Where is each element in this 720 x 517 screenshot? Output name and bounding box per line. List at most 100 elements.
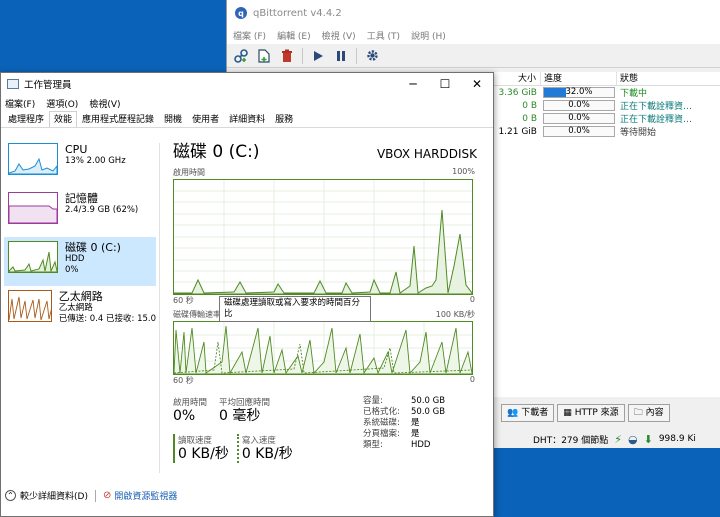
cpu-usage: 13% 2.00 GHz	[65, 156, 126, 166]
tm-window-title: 工作管理員	[24, 80, 72, 91]
tm-menubar: 檔案(F) 選項(O) 檢視(V)	[1, 95, 493, 111]
tab-startup[interactable]: 開機	[159, 111, 187, 127]
torrent-list-header: 大小 進度 狀態	[493, 72, 720, 86]
transfer-graph-max: 100 KB/秒	[435, 310, 475, 319]
peers-icon: 👥	[507, 407, 519, 418]
active-time-graph-max: 100%	[452, 167, 475, 176]
connection-status-icon[interactable]: ⚡	[614, 433, 622, 446]
tm-titlebar[interactable]: 工作管理員 ─ ☐ ✕	[1, 73, 493, 95]
spec-row: 容量: 50.0 GB	[363, 396, 445, 407]
resume-play-icon[interactable]	[310, 48, 326, 64]
toolbar-separator	[356, 47, 357, 64]
response-time-label: 平均回應時間	[219, 398, 271, 408]
qbt-menu-tools[interactable]: 工具 (T)	[367, 29, 400, 42]
open-resource-monitor-link[interactable]: 開啟資源監視器	[114, 489, 177, 502]
delete-torrent-icon[interactable]	[279, 48, 295, 64]
qbt-toolbar	[227, 44, 720, 68]
tm-menu-file[interactable]: 檔案(F)	[5, 97, 35, 110]
qbt-status-bar: DHT：279 個節點 ⚡ ◒ ⬇ 998.9 Ki	[493, 430, 720, 448]
tm-footer: ⌃ 較少詳細資料(D) ⊘ 開啟資源監視器	[5, 489, 177, 502]
chevron-up-icon[interactable]: ⌃	[5, 490, 16, 501]
tab-processes[interactable]: 處理程序	[3, 111, 49, 127]
tab-performance[interactable]: 效能	[49, 111, 78, 127]
read-speed: 讀取速度 0 KB/秒	[173, 434, 229, 463]
tab-http-sources[interactable]: ▦ HTTP 來源	[557, 404, 625, 422]
table-row[interactable]: 0 B 0.0% 正在下載詮釋資…	[493, 112, 720, 125]
spec-formatted-value: 50.0 GB	[411, 407, 446, 417]
column-progress[interactable]: 進度	[541, 72, 617, 85]
footer-separator	[94, 489, 96, 502]
pane-divider	[159, 143, 160, 473]
spec-row: 分頁檔案: 是	[363, 429, 445, 440]
tab-content[interactable]: 🗀 內容	[627, 404, 670, 422]
fewer-details-link[interactable]: 較少詳細資料(D)	[20, 489, 88, 502]
qbt-menu-help[interactable]: 說明 (H)	[411, 29, 446, 42]
column-status[interactable]: 狀態	[617, 72, 720, 85]
qbt-menu-view[interactable]: 檢視 (V)	[322, 29, 356, 42]
spec-row: 類型: HDD	[363, 440, 445, 451]
torrent-size: 1.21 GiB	[498, 126, 537, 137]
minimize-icon[interactable]: ─	[397, 77, 429, 91]
tab-app-history[interactable]: 應用程式歷程記錄	[77, 111, 159, 127]
spec-capacity-key: 容量:	[363, 396, 383, 406]
table-row[interactable]: 0 B 0.0% 正在下載詮釋資…	[493, 99, 720, 112]
write-speed: 寫入速度 0 KB/秒	[236, 434, 293, 463]
torrent-progress: 32.0%	[541, 87, 617, 98]
tab-peers[interactable]: 👥 下載者	[501, 404, 555, 422]
speed-limit-icon[interactable]: ◒	[628, 433, 638, 446]
progress-text: 0.0%	[568, 113, 590, 123]
qbt-properties-tabs: 👥 下載者 ▦ HTTP 來源 🗀 內容	[493, 404, 670, 422]
options-gear-icon[interactable]	[364, 48, 380, 64]
cpu-thumbnail-graph	[8, 143, 58, 175]
torrent-size: 3.36 GiB	[498, 87, 537, 98]
qbt-menu-file[interactable]: 檔案 (F)	[233, 29, 266, 42]
tm-tabs: 處理程序 效能 應用程式歷程記錄 開機 使用者 詳細資料 服務	[1, 111, 493, 128]
add-torrent-link-icon[interactable]	[233, 48, 249, 64]
transfer-graph-min: 0	[469, 375, 475, 384]
progress-text: 0.0%	[568, 100, 590, 110]
transfer-graph-window: 60 秒	[173, 376, 194, 385]
tab-users[interactable]: 使用者	[187, 111, 224, 127]
tm-menu-options[interactable]: 選項(O)	[46, 97, 78, 110]
ethernet-throughput: 已傳送: 0.4 已接收: 15.0	[58, 314, 156, 324]
qbt-menu-edit[interactable]: 編輯 (E)	[277, 29, 311, 42]
torrent-status: 正在下載詮釋資…	[620, 102, 693, 112]
tab-services[interactable]: 服務	[270, 111, 298, 127]
tab-details[interactable]: 詳細資料	[224, 111, 270, 127]
close-icon[interactable]: ✕	[461, 77, 493, 91]
sidebar-item-cpu[interactable]: CPU 13% 2.00 GHz	[4, 139, 156, 188]
sidebar-item-disk[interactable]: 磁碟 0 (C:) HDD 0%	[4, 237, 156, 286]
memory-name: 記憶體	[65, 192, 98, 205]
spec-type-value: HDD	[411, 440, 431, 450]
qbt-menubar: 檔案 (F) 編輯 (E) 檢視 (V) 工具 (T) 說明 (H)	[227, 26, 720, 44]
qbt-window-title: qBittorrent v4.4.2	[253, 7, 342, 19]
add-torrent-file-icon[interactable]	[256, 48, 272, 64]
maximize-icon[interactable]: ☐	[429, 77, 461, 91]
sidebar-item-ethernet[interactable]: 乙太網路 乙太網路 已傳送: 0.4 已接收: 15.0	[4, 286, 156, 335]
column-size[interactable]: 大小	[493, 72, 541, 85]
active-time-graph	[173, 179, 473, 295]
disk-detail-pane: 磁碟 0 (C:) VBOX HARDDISK 啟用時間 100% 60 秒 0…	[173, 141, 479, 387]
graph-tooltip: 磁碟處理讀取或寫入要求的時間百分比	[219, 296, 371, 322]
active-time-graph-labels: 啟用時間 100%	[173, 167, 479, 179]
disk-stats: 啟用時間 0% 平均回應時間 0 毫秒 讀取速度 0 KB/秒 寫入速度 0 K…	[173, 396, 479, 463]
resource-monitor-icon[interactable]: ⊘	[103, 490, 111, 501]
dht-nodes: DHT：279 個節點	[533, 435, 609, 446]
ethernet-thumbnail-graph	[8, 290, 52, 322]
active-time-label: 啟用時間	[173, 398, 208, 408]
spec-system-disk-key: 系統磁碟:	[363, 418, 400, 428]
qbittorrent-logo-icon: q	[235, 7, 247, 19]
transfer-graph-label: 磁碟傳輸速率	[173, 310, 221, 319]
pause-icon[interactable]	[333, 48, 349, 64]
disk-type: HDD	[65, 254, 85, 264]
tm-menu-view[interactable]: 檢視(V)	[89, 97, 120, 110]
sidebar-item-memory[interactable]: 記憶體 2.4/3.9 GB (62%)	[4, 188, 156, 237]
table-row[interactable]: 1.21 GiB 0.0% 等待開始	[493, 125, 720, 138]
memory-usage: 2.4/3.9 GB (62%)	[65, 205, 139, 215]
progress-text: 32.0%	[565, 87, 593, 97]
spec-row: 已格式化: 50.0 GB	[363, 407, 445, 418]
table-row[interactable]: 3.36 GiB 32.0% 下載中	[493, 86, 720, 99]
torrent-status: 正在下載詮釋資…	[620, 115, 693, 125]
torrent-list: 大小 進度 狀態 3.36 GiB 32.0% 下載中 0 B 0.0% 正在下…	[493, 72, 720, 397]
qbt-titlebar[interactable]: q qBittorrent v4.4.2	[227, 0, 720, 26]
